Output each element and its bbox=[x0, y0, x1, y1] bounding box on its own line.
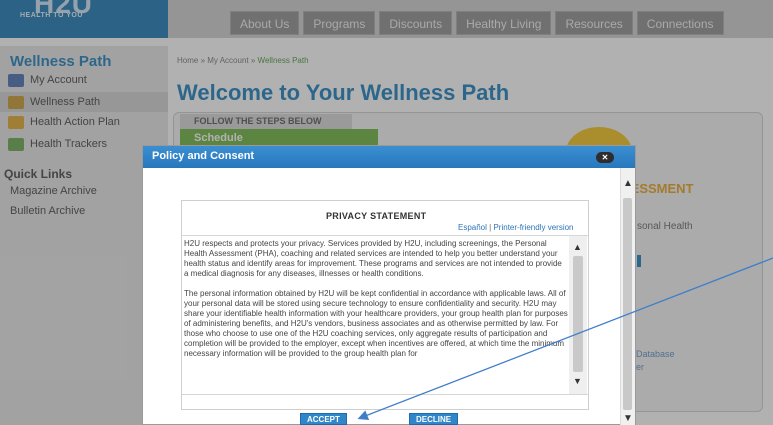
accept-button[interactable]: ACCEPT bbox=[300, 413, 347, 425]
decline-button[interactable]: DECLINE bbox=[409, 413, 459, 425]
scrollbar-thumb[interactable] bbox=[623, 198, 632, 410]
chevron-down-icon[interactable]: ▼ bbox=[623, 413, 633, 424]
scrollbar-thumb[interactable] bbox=[573, 256, 583, 372]
policy-consent-modal: Policy and Consent ✕ PRIVACY STATEMENT E… bbox=[142, 145, 636, 425]
privacy-links: Español | Printer-friendly version bbox=[458, 223, 574, 232]
chevron-up-icon[interactable]: ▲ bbox=[623, 178, 633, 189]
privacy-statement-box: PRIVACY STATEMENT Español | Printer-frie… bbox=[181, 200, 589, 410]
privacy-text-scrollbar[interactable]: ▲ ▼ bbox=[569, 236, 587, 394]
privacy-text-area[interactable]: H2U respects and protects your privacy. … bbox=[182, 235, 588, 395]
link-separator: | bbox=[489, 223, 492, 232]
chevron-up-icon[interactable]: ▲ bbox=[573, 242, 582, 252]
modal-title: Policy and Consent bbox=[152, 150, 255, 162]
chevron-down-icon[interactable]: ▼ bbox=[573, 376, 582, 386]
modal-header: Policy and Consent ✕ bbox=[143, 146, 635, 168]
privacy-statement-title: PRIVACY STATEMENT bbox=[326, 211, 427, 221]
privacy-paragraph-1: H2U respects and protects your privacy. … bbox=[184, 239, 562, 278]
close-icon[interactable]: ✕ bbox=[596, 152, 614, 163]
printer-friendly-link[interactable]: Printer-friendly version bbox=[493, 223, 573, 232]
modal-scrollbar[interactable]: ▲ ▼ bbox=[620, 168, 635, 425]
espanol-link[interactable]: Español bbox=[458, 223, 487, 232]
privacy-paragraph-2: The personal information obtained by H2U… bbox=[184, 289, 568, 358]
privacy-text: H2U respects and protects your privacy. … bbox=[184, 239, 568, 369]
